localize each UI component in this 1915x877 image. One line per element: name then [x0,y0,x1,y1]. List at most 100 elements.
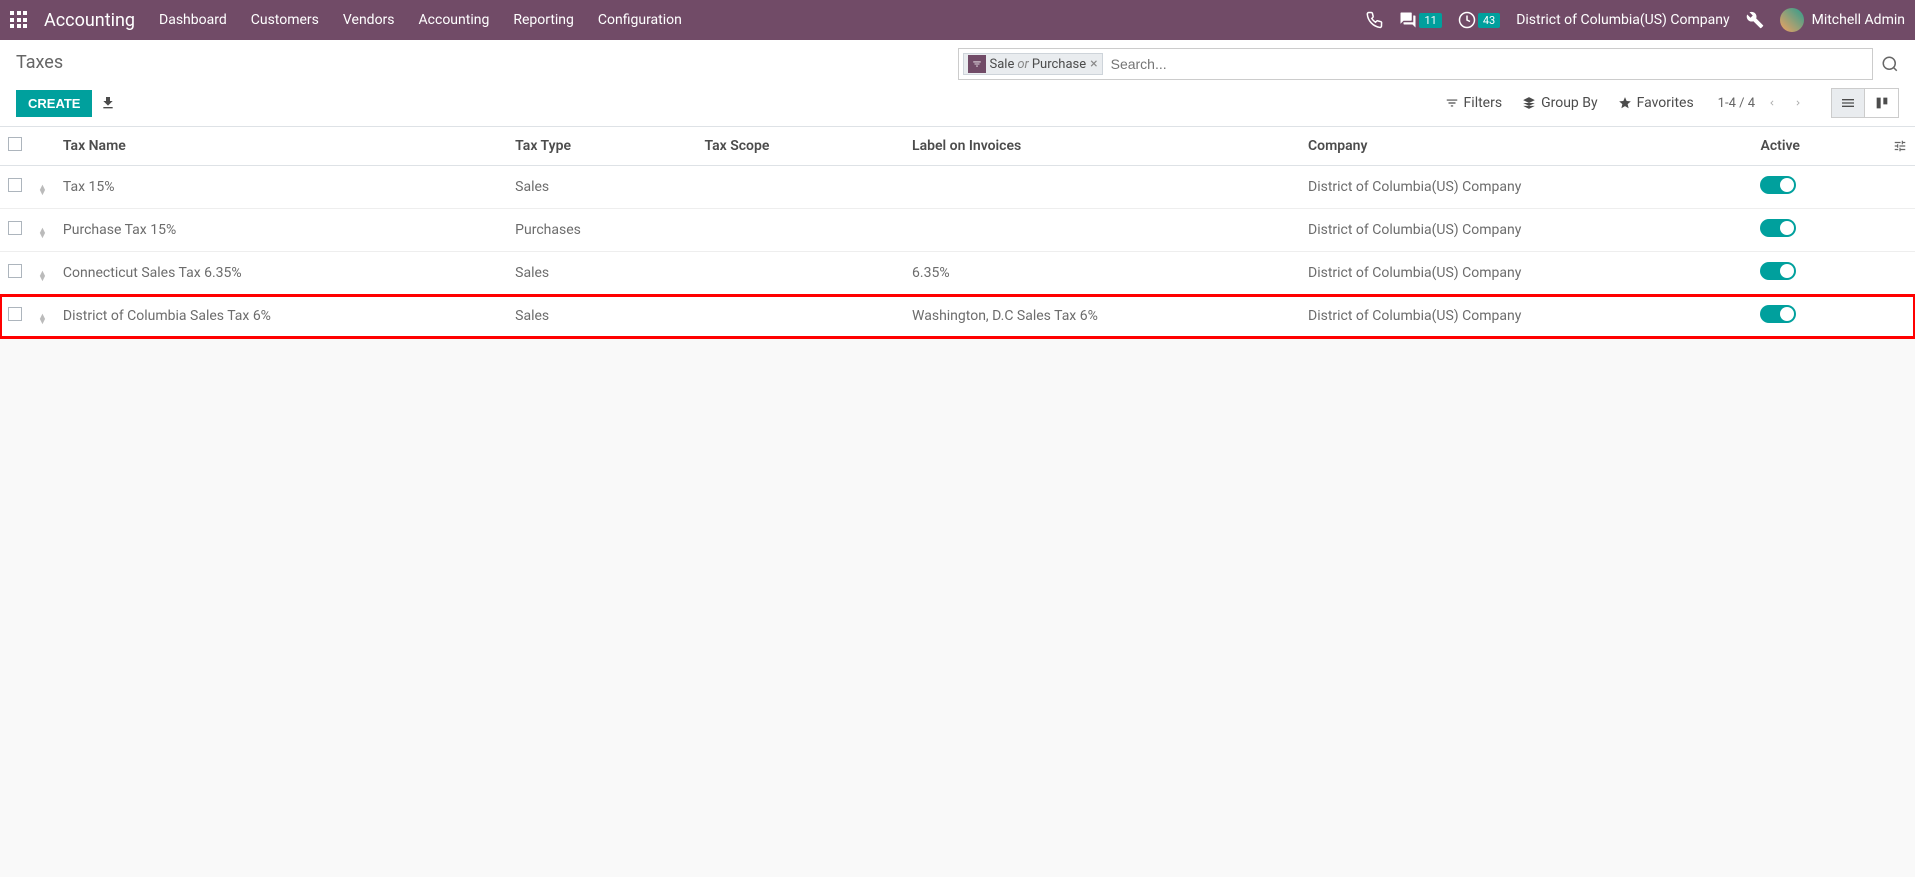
cell-tax-scope [696,166,904,209]
row-checkbox[interactable] [8,264,22,278]
company-selector[interactable]: District of Columbia(US) Company [1516,12,1729,28]
cell-tax-name: Purchase Tax 15% [55,209,507,252]
row-handle[interactable]: ▲▼ [30,166,55,209]
create-button[interactable]: CREATE [16,90,92,117]
sort-handle-icon: ▲▼ [38,315,47,325]
messages-icon[interactable]: 11 [1399,11,1441,29]
cell-label-invoices [904,209,1300,252]
select-all-checkbox[interactable] [8,137,22,151]
search-wrap: Sale or Purchase × [958,48,1900,80]
nav-vendors[interactable]: Vendors [343,12,395,28]
taxes-table: Tax Name Tax Type Tax Scope Label on Inv… [0,127,1915,338]
table-row[interactable]: ▲▼Purchase Tax 15%PurchasesDistrict of C… [0,209,1915,252]
cp-top: Taxes Sale or Purchase × [16,48,1899,80]
cell-tax-type: Sales [507,252,696,295]
row-handle[interactable]: ▲▼ [30,252,55,295]
pager-prev-icon[interactable] [1763,92,1781,114]
main-navbar: Accounting Dashboard Customers Vendors A… [0,0,1915,40]
col-tax-name[interactable]: Tax Name [55,127,507,166]
filter-text-left: Sale [990,57,1015,72]
table-row[interactable]: ▲▼Connecticut Sales Tax 6.35%Sales6.35%D… [0,252,1915,295]
cell-company: District of Columbia(US) Company [1300,295,1752,338]
view-switcher [1831,88,1899,118]
apps-icon[interactable] [10,11,28,29]
row-checkbox-cell [0,295,30,338]
cell-active [1752,252,1885,295]
filter-icon [968,55,986,73]
col-active[interactable]: Active [1752,127,1885,166]
search-filter-tag: Sale or Purchase × [963,53,1103,75]
search-options: Filters Group By Favorites [1445,95,1694,111]
nav-reporting[interactable]: Reporting [513,12,574,28]
table-row[interactable]: ▲▼District of Columbia Sales Tax 6%Sales… [0,295,1915,338]
favorites-label: Favorites [1637,95,1694,111]
nav-customers[interactable]: Customers [251,12,319,28]
activities-badge: 43 [1478,13,1500,28]
row-checkbox[interactable] [8,178,22,192]
page-title: Taxes [16,48,63,73]
view-kanban-button[interactable] [1865,88,1899,118]
nav-configuration[interactable]: Configuration [598,12,682,28]
cell-tax-scope [696,295,904,338]
filters-button[interactable]: Filters [1445,95,1503,111]
user-name: Mitchell Admin [1812,12,1905,28]
favorites-button[interactable]: Favorites [1618,95,1694,111]
cell-label-invoices: 6.35% [904,252,1300,295]
navbar-right: 11 43 District of Columbia(US) Company M… [1365,8,1905,32]
debug-icon[interactable] [1746,11,1764,29]
search-box[interactable]: Sale or Purchase × [958,48,1874,80]
pager-next-icon[interactable] [1789,92,1807,114]
cell-label-invoices: Washington, D.C Sales Tax 6% [904,295,1300,338]
row-checkbox-cell [0,209,30,252]
phone-icon[interactable] [1365,11,1383,29]
col-label-invoices[interactable]: Label on Invoices [904,127,1300,166]
row-handle[interactable]: ▲▼ [30,209,55,252]
search-icon[interactable] [1881,55,1899,73]
cp-bottom: CREATE Filters Group By Favorites [16,88,1899,126]
activities-icon[interactable]: 43 [1458,11,1500,29]
row-handle[interactable]: ▲▼ [30,295,55,338]
col-company[interactable]: Company [1300,127,1752,166]
table-row[interactable]: ▲▼Tax 15%Sales District of Columbia(US) C… [0,166,1915,209]
cell-tax-name: District of Columbia Sales Tax 6% [55,295,507,338]
nav-accounting[interactable]: Accounting [419,12,490,28]
cell-options [1885,295,1915,338]
table-header-row: Tax Name Tax Type Tax Scope Label on Inv… [0,127,1915,166]
col-options-button[interactable] [1885,127,1915,166]
app-title[interactable]: Accounting [44,10,135,31]
cell-options [1885,209,1915,252]
active-toggle[interactable] [1760,176,1796,194]
row-checkbox[interactable] [8,307,22,321]
filter-remove-icon[interactable]: × [1090,56,1097,72]
cell-tax-type: Sales [507,166,696,209]
row-checkbox[interactable] [8,221,22,235]
active-toggle[interactable] [1760,219,1796,237]
row-checkbox-cell [0,252,30,295]
avatar [1780,8,1804,32]
user-menu[interactable]: Mitchell Admin [1780,8,1905,32]
groupby-button[interactable]: Group By [1522,95,1598,111]
pager-range[interactable]: 1-4 / 4 [1718,96,1755,111]
control-panel: Taxes Sale or Purchase × CREATE [0,40,1915,127]
nav-menu: Dashboard Customers Vendors Accounting R… [159,12,682,28]
cell-company: District of Columbia(US) Company [1300,166,1752,209]
col-tax-type[interactable]: Tax Type [507,127,696,166]
header-handle [30,127,55,166]
cell-tax-name: Tax 15% [55,166,507,209]
view-list-button[interactable] [1831,88,1865,118]
cell-options [1885,166,1915,209]
filter-text-right: Purchase [1032,57,1086,72]
sort-handle-icon: ▲▼ [38,229,47,239]
active-toggle[interactable] [1760,305,1796,323]
cell-active [1752,209,1885,252]
cell-active [1752,166,1885,209]
active-toggle[interactable] [1760,262,1796,280]
cell-label-invoices [904,166,1300,209]
nav-dashboard[interactable]: Dashboard [159,12,227,28]
pager: 1-4 / 4 [1718,92,1807,114]
navbar-left: Accounting Dashboard Customers Vendors A… [10,10,1365,31]
search-input[interactable] [1107,52,1868,76]
col-tax-scope[interactable]: Tax Scope [696,127,904,166]
cp-right: Filters Group By Favorites 1-4 / 4 [1445,88,1899,118]
import-icon[interactable] [100,95,116,111]
